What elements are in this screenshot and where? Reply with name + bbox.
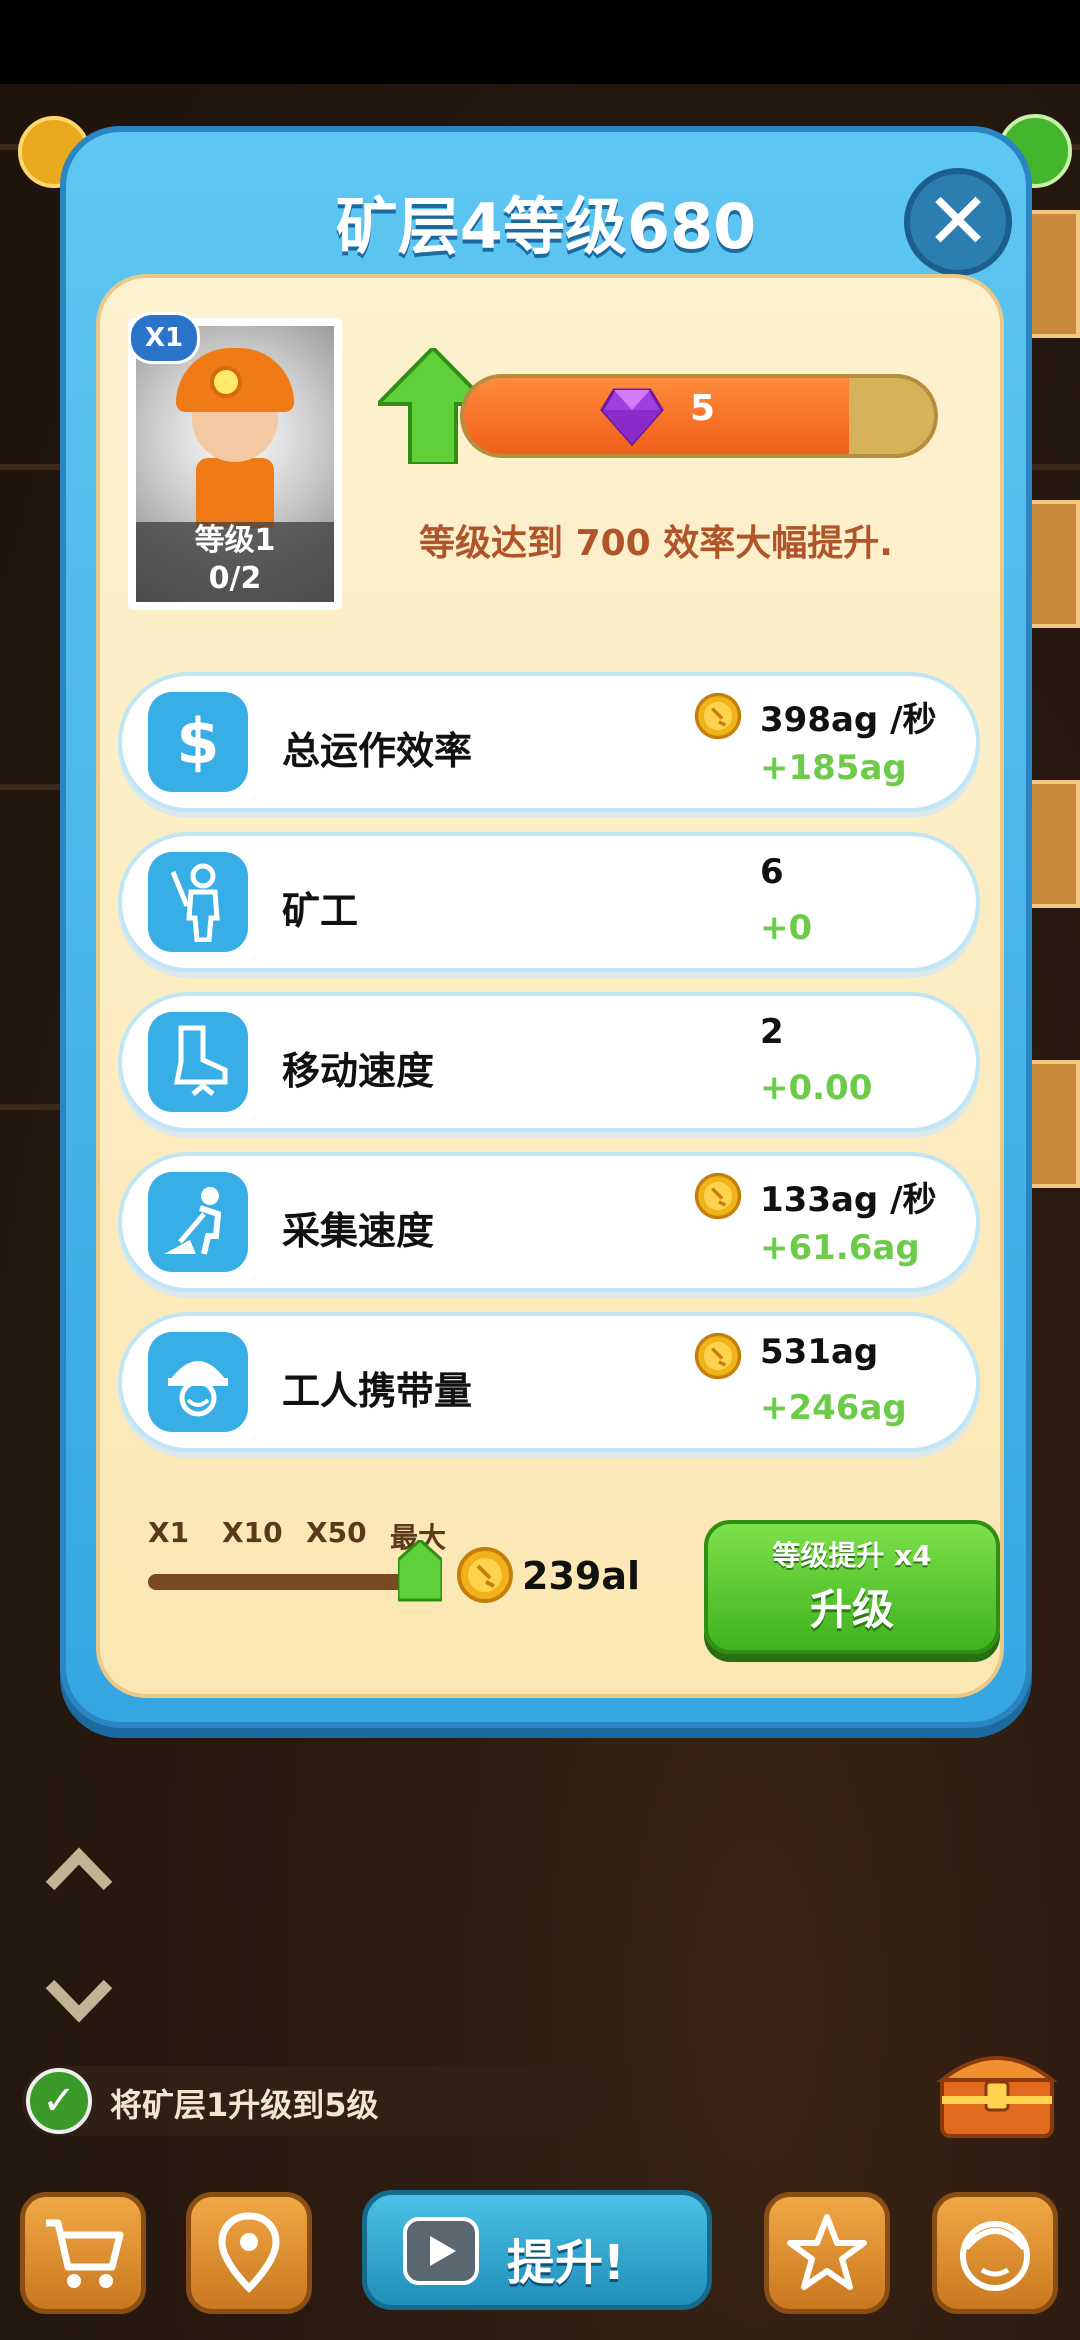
svg-text:$: $ <box>176 707 219 777</box>
chevron-down-icon <box>45 1979 113 2023</box>
star-icon <box>787 2214 867 2290</box>
gem-icon <box>600 388 664 447</box>
coin-icon <box>694 1172 742 1220</box>
helmet-icon <box>148 1332 248 1432</box>
stat-value: 2 <box>760 1012 784 1052</box>
coin-icon <box>694 692 742 740</box>
upgrade-button[interactable]: 等级提升 x4 升级 <box>704 1520 1000 1654</box>
shop-button[interactable] <box>20 2192 146 2314</box>
coin-icon <box>694 1332 742 1380</box>
digging-icon <box>148 1172 248 1272</box>
worker-level-band: 等级1 0/2 <box>136 522 334 602</box>
worker-avatar: 等级1 0/2 <box>136 326 334 602</box>
scroll-down-button[interactable] <box>42 1970 116 2030</box>
stat-label: 工人携带量 <box>282 1369 473 1413</box>
multiplier-x10-option[interactable]: X10 <box>222 1516 283 1549</box>
boot-icon <box>148 1012 248 1112</box>
stat-label: 总运作效率 <box>282 729 473 773</box>
worker-count: 0/2 <box>208 561 262 596</box>
stat-delta: +0 <box>760 908 813 948</box>
treasure-chest-icon[interactable] <box>936 2036 1058 2140</box>
multiplier-x1-option[interactable]: X1 <box>148 1516 189 1549</box>
stat-delta: +61.6ag <box>760 1228 920 1268</box>
manager-face-icon <box>960 2221 1030 2291</box>
stat-delta: +0.00 <box>760 1068 873 1108</box>
worker-level: 等级1 <box>194 523 276 558</box>
upgrade-cost: 239al <box>522 1554 640 1598</box>
scroll-up-button[interactable] <box>42 1840 116 1900</box>
dollar-icon: $ <box>148 692 248 792</box>
stat-delta: +246ag <box>760 1388 907 1428</box>
multiplier-x50-option[interactable]: X50 <box>306 1516 367 1549</box>
map-button[interactable] <box>186 2192 312 2314</box>
stat-value: 6 <box>760 852 784 892</box>
worker-body-shape <box>196 458 274 528</box>
upgrade-button-subtitle: 等级提升 x4 <box>772 1539 932 1572</box>
stat-row: 工人携带量 531ag +246ag <box>118 1312 980 1452</box>
stat-row: $ 总运作效率 398ag /秒 +185ag <box>118 672 980 812</box>
stat-label: 矿工 <box>282 889 359 933</box>
achievements-button[interactable] <box>764 2192 890 2314</box>
stat-label: 采集速度 <box>282 1209 435 1253</box>
boost-label: 提升! <box>507 2235 625 2291</box>
coin-icon <box>457 1547 513 1603</box>
shaft-upgrade-dialog: 矿层4等级680 ✕ 等级1 0/2 X1 5 等级达到 700 效率大幅提升.… <box>60 126 1032 1728</box>
video-play-icon <box>403 2217 479 2285</box>
close-button[interactable]: ✕ <box>904 168 1012 276</box>
upgrade-button-label: 升级 <box>809 1585 894 1634</box>
status-bar <box>0 0 1080 84</box>
miner-icon <box>148 852 248 952</box>
worker-card[interactable]: 等级1 0/2 X1 <box>128 312 342 610</box>
location-pin-icon <box>218 2212 280 2293</box>
stat-label: 移动速度 <box>282 1049 435 1093</box>
multiplier-badge: X1 <box>128 312 200 364</box>
stat-value: 531ag <box>760 1332 879 1372</box>
profile-button[interactable] <box>932 2192 1058 2314</box>
task-bar[interactable]: ✓ 将矿层1升级到5级 <box>22 2066 602 2136</box>
stat-row: 移动速度 2 +0.00 <box>118 992 980 1132</box>
boost-button[interactable]: 提升! <box>362 2190 712 2310</box>
dialog-content-panel: 等级1 0/2 X1 5 等级达到 700 效率大幅提升. $ 总运作效率 398a… <box>96 274 1004 1698</box>
chevron-up-icon <box>45 1847 113 1891</box>
gem-reward-value: 5 <box>690 388 716 429</box>
stat-value: 133ag /秒 <box>760 1180 937 1220</box>
stat-delta: +185ag <box>760 748 907 788</box>
stat-row: 矿工 6 +0 <box>118 832 980 972</box>
milestone-text: 等级达到 700 效率大幅提升. <box>419 523 893 564</box>
stat-value: 398ag /秒 <box>760 700 937 740</box>
multiplier-slider[interactable] <box>148 1574 438 1590</box>
helmet-lamp-icon <box>210 366 242 398</box>
slider-handle[interactable] <box>398 1540 442 1604</box>
check-icon: ✓ <box>26 2068 92 2134</box>
cart-icon <box>46 2219 124 2288</box>
dialog-title: 矿层4等级680 <box>335 190 757 263</box>
close-icon: ✕ <box>925 177 991 267</box>
task-text: 将矿层1升级到5级 <box>110 2086 379 2124</box>
stat-row: 采集速度 133ag /秒 +61.6ag <box>118 1152 980 1292</box>
